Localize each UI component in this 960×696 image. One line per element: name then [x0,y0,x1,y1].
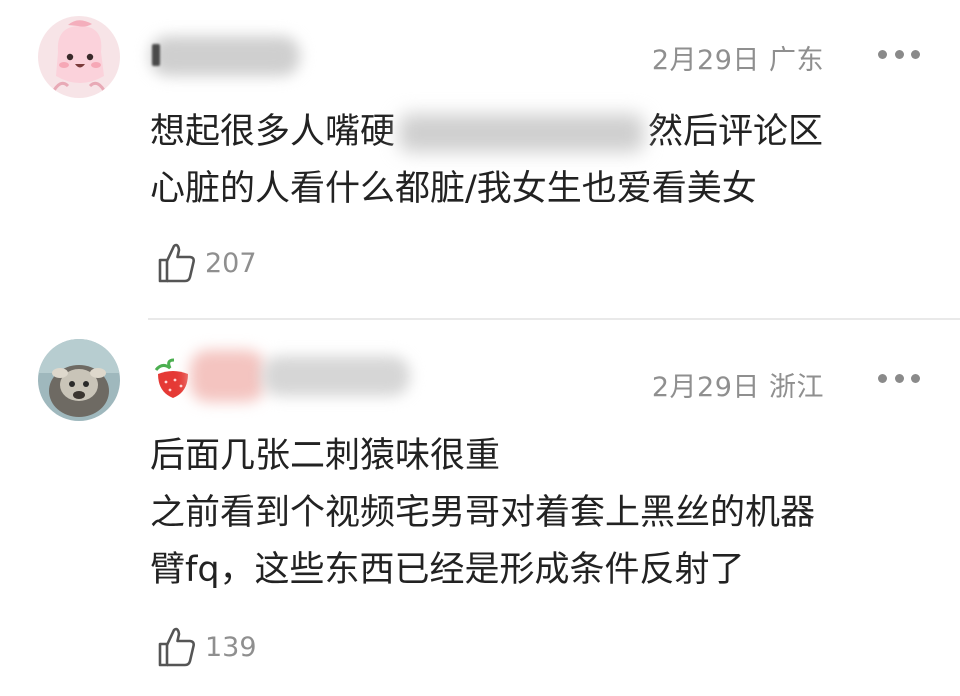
comment-body: 后面几张二刺猿味很重 之前看到个视频宅男哥对着套上黑丝的机器 臂fq，这些东西已… [150,428,940,599]
comment-location: 浙江 [769,372,824,403]
comment-item: 2月29日 浙江 后面几张二刺猿味很重 之前看到个视频宅男哥对着套上黑丝的机器 … [0,320,960,696]
comment-line-1: 想起很多人嘴硬 然后评论区 [150,112,824,152]
animal-photo-avatar-icon [38,339,120,421]
comment-meta: 2月29日 浙江 [652,365,824,404]
comment-line-1: 后面几张二刺猿味很重 [150,436,501,476]
comment-line-3: 臂fq，这些东西已经是形成条件反射了 [150,550,745,590]
comment-meta: 2月29日 广东 [652,38,824,77]
like-button[interactable]: 139 [157,626,257,668]
comment-body: 想起很多人嘴硬 然后评论区 心脏的人看什么都脏/我女生也爱看美女 [150,104,940,218]
pink-cartoon-avatar-icon [38,16,120,98]
comment-line-2: 之前看到个视频宅男哥对着套上黑丝的机器 [150,493,816,533]
comment-date: 2月29日 [651,45,760,76]
avatar[interactable] [38,16,120,98]
avatar[interactable] [38,339,120,421]
comment-line-2: 心脏的人看什么都脏/我女生也爱看美女 [150,169,757,209]
username-redacted-2 [262,356,410,396]
comment-date: 2月29日 [651,372,760,403]
thumbs-up-icon [158,243,195,283]
redacted-text [399,114,645,152]
like-count: 207 [205,247,257,279]
more-dots-icon[interactable] [878,372,920,384]
username-redacted[interactable] [190,350,265,402]
comment-location: 广东 [769,45,824,76]
thumbs-up-icon [158,627,195,667]
like-count: 139 [205,631,257,663]
like-button[interactable]: 207 [157,242,257,284]
username-redacted[interactable] [150,36,300,76]
more-dots-icon[interactable] [878,48,920,60]
username-fragment [152,44,160,66]
strawberry-icon [152,356,194,400]
comment-item: 2月29日 广东 想起很多人嘴硬 然后评论区 心脏的人看什么都脏/我女生也爱看美女… [0,0,960,320]
